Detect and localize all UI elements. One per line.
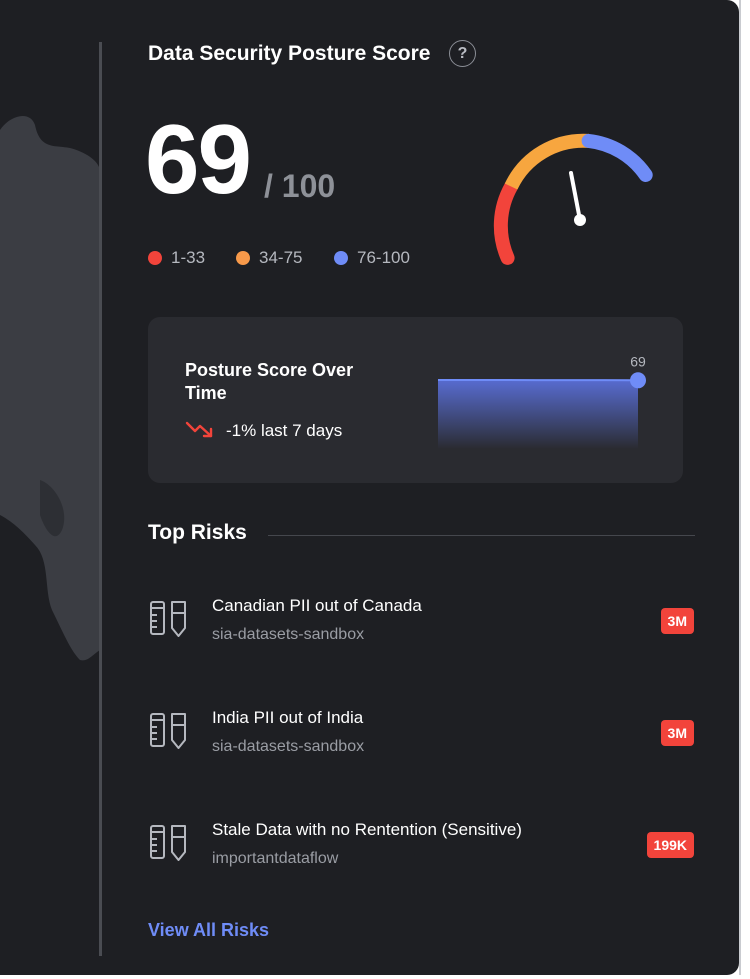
gauge-pivot — [574, 214, 586, 226]
trend-card-title: Posture Score Over Time — [185, 360, 354, 403]
trend-change-text: -1% last 7 days — [226, 421, 343, 440]
world-map-background — [0, 115, 100, 661]
gauge-segment-blue — [581, 133, 653, 182]
sparkline-area — [438, 380, 638, 449]
risk-name: Stale Data with no Rentention (Sensitive… — [212, 820, 522, 839]
score-gauge — [493, 133, 653, 265]
risk-count-badge: 3M — [660, 608, 694, 634]
legend-dot-orange — [236, 251, 250, 265]
legend-item-low: 1-33 — [148, 248, 205, 268]
posture-score-max: / 100 — [264, 168, 336, 204]
test-tubes-icon — [150, 601, 186, 637]
gauge-needle — [569, 171, 582, 222]
panel-divider — [99, 42, 102, 956]
trending-down-icon — [185, 421, 213, 438]
posture-sparkline: 69 — [438, 353, 646, 449]
risk-source: sia-datasets-sandbox — [212, 626, 365, 643]
test-tubes-icon — [150, 713, 186, 749]
view-all-risks-link[interactable]: View All Risks — [148, 920, 269, 941]
risk-source: importantdataflow — [212, 850, 339, 867]
top-risks-divider — [268, 535, 695, 536]
posture-trend-card[interactable]: Posture Score Over Time -1% last 7 days … — [148, 317, 683, 483]
sparkline-last-label: 69 — [630, 353, 646, 369]
risk-item[interactable]: Canadian PII out of Canada sia-datasets-… — [148, 596, 696, 656]
help-icon[interactable]: ? — [449, 40, 476, 67]
panel-edge — [739, 0, 741, 975]
sparkline-last-point — [630, 372, 646, 389]
risk-item[interactable]: Stale Data with no Rentention (Sensitive… — [148, 820, 696, 880]
risk-name: India PII out of India — [212, 708, 364, 727]
legend-dot-blue — [334, 251, 348, 265]
legend-label: 76-100 — [357, 248, 410, 267]
risk-source: sia-datasets-sandbox — [212, 738, 365, 755]
legend-dot-red — [148, 251, 162, 265]
posture-title: Data Security Posture Score — [148, 42, 431, 65]
legend-item-high: 76-100 — [334, 248, 410, 268]
risk-item[interactable]: India PII out of India sia-datasets-sand… — [148, 708, 696, 768]
risk-count-badge: 199K — [646, 832, 694, 858]
gauge-segment-red — [493, 179, 519, 265]
risk-count-badge: 3M — [660, 720, 694, 746]
legend-item-medium: 34-75 — [236, 248, 302, 268]
top-risks-title: Top Risks — [148, 521, 247, 544]
legend-label: 34-75 — [259, 248, 303, 267]
test-tubes-icon — [150, 825, 186, 861]
posture-score-value: 69 — [145, 104, 252, 214]
posture-panel: Data Security Posture Score ? 69 / 100 1… — [0, 0, 739, 975]
gauge-segment-orange — [504, 133, 590, 190]
legend-label: 1-33 — [171, 248, 206, 267]
risk-name: Canadian PII out of Canada — [212, 596, 422, 615]
question-circle-icon: ? — [457, 44, 468, 62]
